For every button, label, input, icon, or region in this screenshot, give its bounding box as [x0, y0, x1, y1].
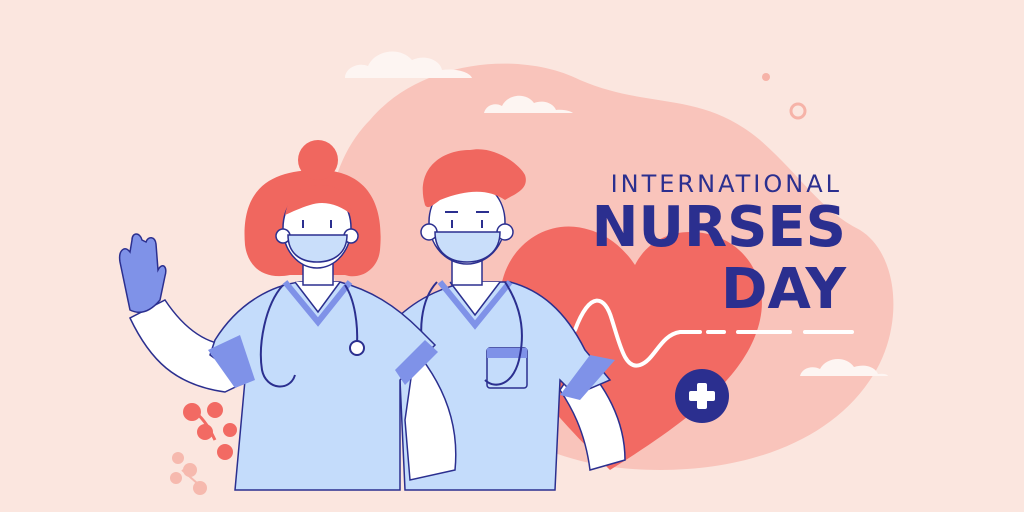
plant-decoration-light: [170, 452, 207, 495]
heading-line-2: NURSES: [591, 195, 846, 260]
glove-icon: [118, 233, 167, 313]
decor-ring: [789, 102, 807, 120]
decor-dot: [762, 73, 770, 81]
cloud: [345, 51, 472, 78]
illustration: INTERNATIONAL NURSES DAY: [0, 0, 1024, 512]
artwork: [118, 51, 894, 495]
medical-cross-icon: [675, 369, 729, 423]
plant-decoration: [183, 402, 237, 460]
heading-line-1: INTERNATIONAL: [610, 170, 842, 198]
heading-line-3: DAY: [720, 257, 846, 322]
